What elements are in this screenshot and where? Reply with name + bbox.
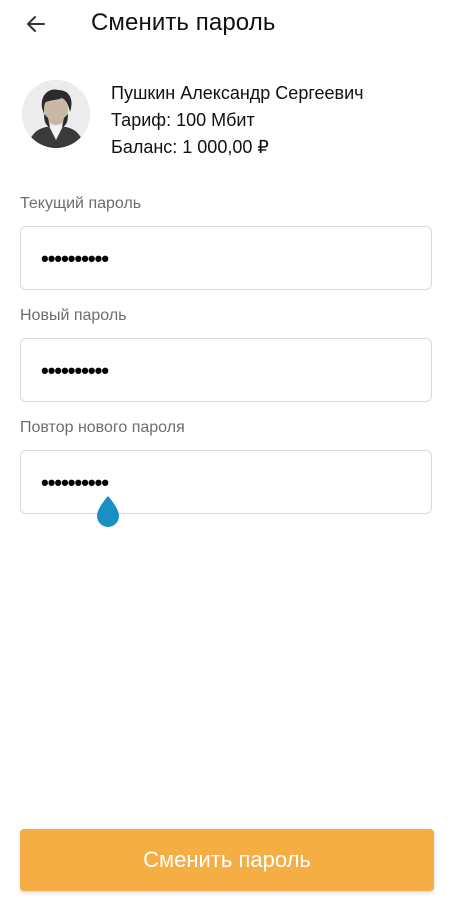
current-password-label: Текущий пароль <box>20 195 142 212</box>
new-password-label: Новый пароль <box>20 307 127 324</box>
current-password-field[interactable]: •••••••••• <box>20 226 432 290</box>
profile-info: Пушкин Александр Сергеевич Тариф: 100 Мб… <box>111 80 364 161</box>
current-password-value: •••••••••• <box>41 246 109 271</box>
app-header: Сменить пароль <box>0 0 454 48</box>
change-password-button[interactable]: Сменить пароль <box>20 829 434 891</box>
repeat-password-label: Повтор нового пароля <box>20 419 185 436</box>
text-cursor-handle-icon[interactable] <box>95 494 121 528</box>
repeat-password-field[interactable]: •••••••••• <box>20 450 432 514</box>
page-title: Сменить пароль <box>91 9 276 36</box>
new-password-value: •••••••••• <box>41 358 109 383</box>
profile-balance: Баланс: 1 000,00 ₽ <box>111 137 269 157</box>
avatar <box>22 80 90 148</box>
arrow-left-icon <box>27 16 45 32</box>
profile-card: Пушкин Александр Сергеевич Тариф: 100 Мб… <box>20 80 434 157</box>
back-button[interactable] <box>20 8 52 40</box>
repeat-password-value: •••••••••• <box>41 470 109 495</box>
profile-name: Пушкин Александр Сергеевич <box>111 83 364 103</box>
new-password-field[interactable]: •••••••••• <box>20 338 432 402</box>
profile-tariff: Тариф: 100 Мбит <box>111 110 255 130</box>
avatar-portrait <box>22 80 90 148</box>
